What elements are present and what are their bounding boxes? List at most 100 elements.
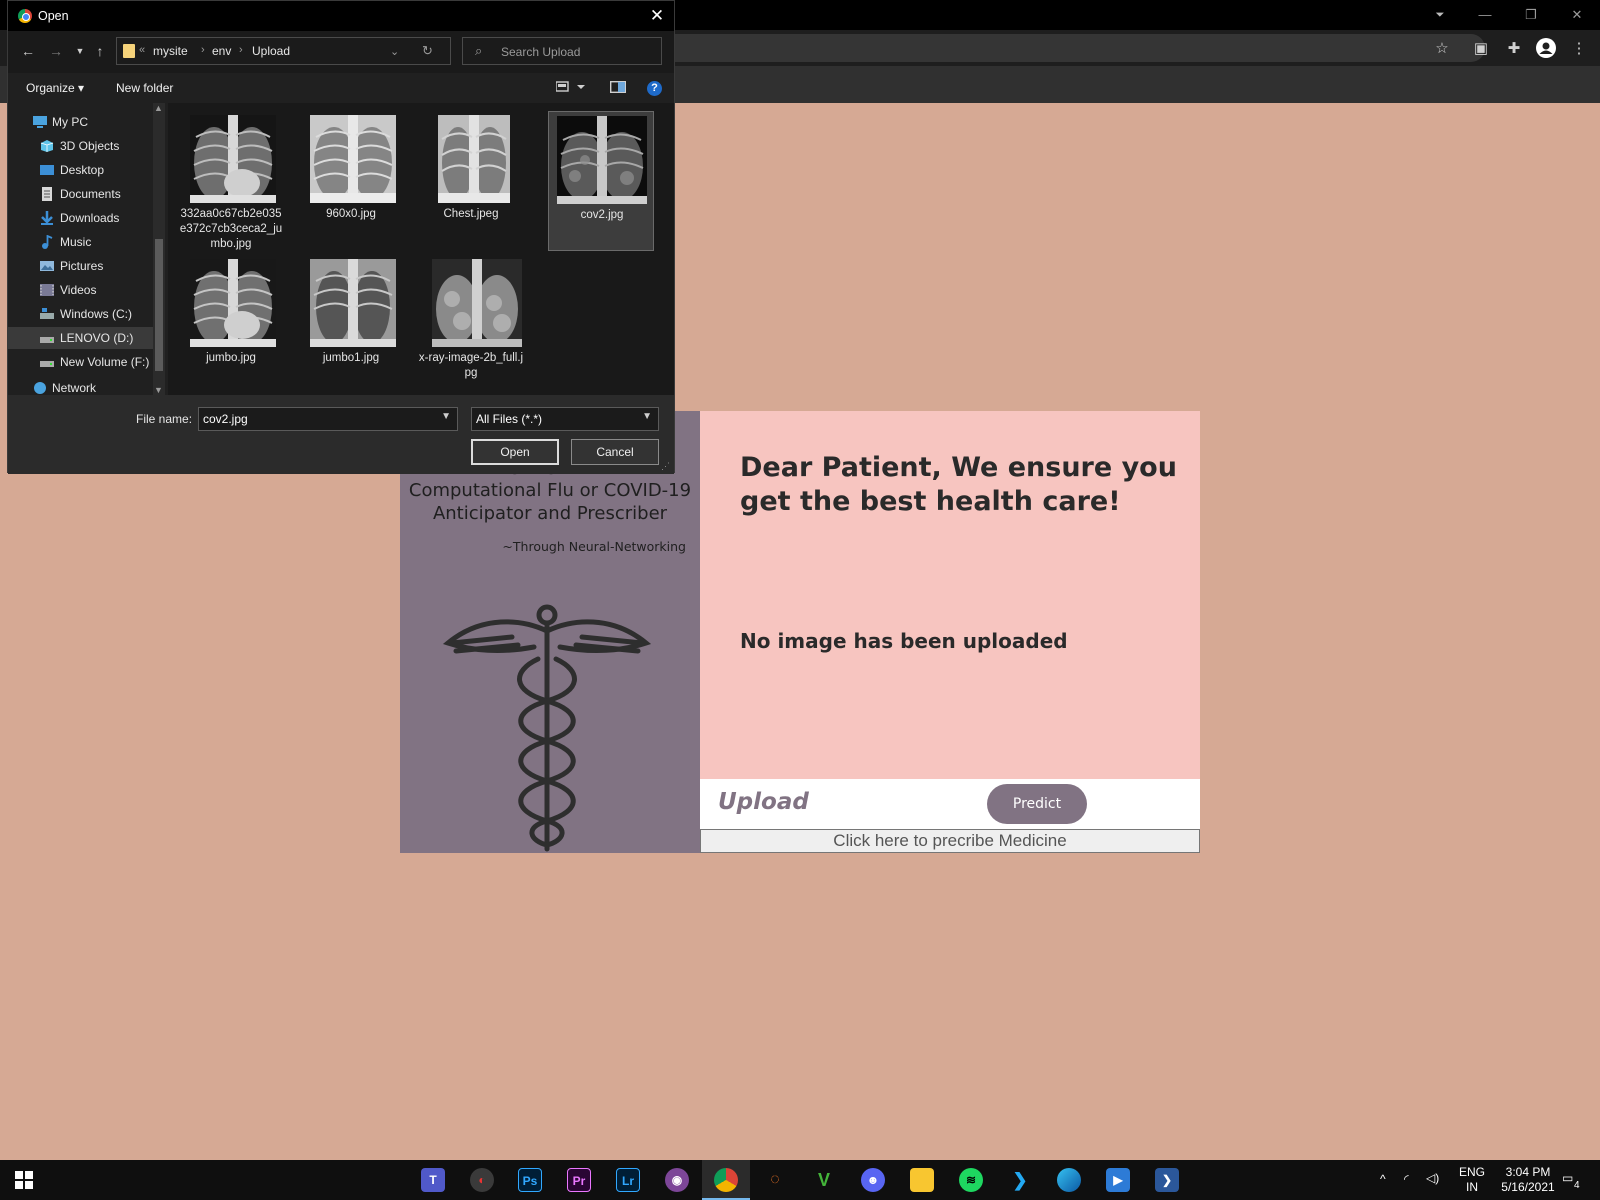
media-icon[interactable]: ▶ [1106, 1168, 1130, 1192]
help-icon[interactable]: ? [647, 81, 662, 96]
nav-item-videos[interactable]: Videos [8, 279, 153, 301]
file-name-input[interactable]: cov2.jpg ▼ [198, 407, 458, 431]
upload-bar: Upload Predict [700, 779, 1200, 829]
chevron-down-icon[interactable]: ▼ [441, 411, 451, 422]
back-arrow-icon[interactable]: ← [18, 41, 38, 61]
puzzle-icon[interactable]: ✚ [1503, 38, 1525, 60]
caduceus-icon [442, 604, 652, 852]
dialog-footer: File name: cov2.jpg ▼ All Files (*.*) ▼ … [8, 395, 674, 474]
file-name: jumbo.jpg [206, 352, 256, 364]
file-item-selected[interactable]: cov2.jpg [548, 111, 654, 251]
breadcrumb-item[interactable]: Upload [252, 44, 290, 58]
app-title-line2: Anticipator and Prescriber [432, 503, 668, 524]
tor-icon[interactable]: ◉ [665, 1168, 689, 1192]
jupyter-icon[interactable]: ◌ [763, 1168, 787, 1192]
window-close-icon[interactable]: ✕ [1566, 4, 1588, 26]
menu-icon[interactable]: ⋮ [1568, 38, 1590, 60]
file-item[interactable]: x-ray-image-2b_full.jpg [418, 255, 524, 395]
extension-icon[interactable]: ▣ [1470, 38, 1492, 60]
nav-item-pictures[interactable]: Pictures [8, 255, 153, 277]
wifi-icon[interactable]: ◜ [1404, 1172, 1409, 1187]
nav-item-label: Pictures [60, 259, 104, 273]
chevron-down-icon[interactable]: ▼ [642, 411, 652, 422]
new-folder-button[interactable]: New folder [116, 81, 173, 95]
breadcrumb-item[interactable]: env [212, 44, 231, 58]
discord-icon[interactable]: ☻ [861, 1168, 885, 1192]
edge-icon[interactable] [1057, 1168, 1081, 1192]
desktop-icon [40, 163, 54, 177]
scroll-up-icon[interactable]: ▲ [154, 103, 163, 113]
clock[interactable]: 3:04 PM 5/16/2021 [1495, 1165, 1561, 1195]
windows-start-icon[interactable] [15, 1171, 33, 1194]
search-input[interactable]: ⌕ Search Upload [462, 37, 662, 65]
premiere-icon[interactable]: Pr [567, 1168, 591, 1192]
teams-icon[interactable]: T [421, 1168, 445, 1192]
organize-menu[interactable]: Organize ▾ [26, 81, 84, 95]
xray-thumbnail [190, 115, 276, 203]
up-arrow-icon[interactable]: ↑ [90, 41, 110, 61]
nav-item-music[interactable]: Music [8, 231, 153, 253]
nav-item-desktop[interactable]: Desktop [8, 159, 153, 181]
language-indicator[interactable]: ENG IN [1455, 1165, 1489, 1195]
view-options-icon[interactable] [555, 80, 586, 97]
preview-pane-icon[interactable] [609, 80, 627, 97]
lightroom-icon[interactable]: Lr [616, 1168, 640, 1192]
predict-button[interactable]: Predict [987, 784, 1087, 824]
nav-item-lenovo-d[interactable]: LENOVO (D:) [8, 327, 153, 349]
show-hidden-icons[interactable]: ^ [1380, 1172, 1386, 1187]
file-item[interactable]: jumbo1.jpg [298, 255, 404, 395]
recent-locations-icon[interactable]: ▼ [70, 41, 90, 61]
resize-grip-icon[interactable]: ⋰ [661, 461, 670, 472]
notifications-icon[interactable]: ▭ [1562, 1171, 1573, 1186]
breadcrumb-overflow[interactable]: « [139, 44, 145, 56]
app-icon[interactable]: ◐ [470, 1168, 494, 1192]
close-icon[interactable]: ✕ [646, 5, 668, 27]
nav-item-3d-objects[interactable]: 3D Objects [8, 135, 153, 157]
breadcrumb[interactable]: « mysite › env › Upload ⌄ ↻ [116, 37, 451, 65]
open-button[interactable]: Open [471, 439, 559, 465]
nav-item-network[interactable]: Network [8, 377, 153, 395]
taskbar: T ◐ Ps Pr Lr ◉ ◌ V ☻ ≋ ❯ ▶ ❯ ^ ◜ ◁) ENG … [0, 1160, 1600, 1200]
vscode-icon[interactable]: ❯ [1008, 1168, 1032, 1192]
file-item[interactable]: 332aa0c67cb2e035e372c7cb3ceca2_jumbo.jpg [178, 111, 284, 251]
nav-item-my-pc[interactable]: My PC [8, 111, 153, 133]
star-icon[interactable]: ☆ [1431, 38, 1453, 60]
dialog-title-bar: Open ✕ [8, 1, 674, 31]
upload-button[interactable]: Upload [718, 789, 809, 815]
chevron-down-icon[interactable]: ⌄ [390, 45, 399, 58]
profile-dropdown-icon[interactable]: ⏷ [1429, 4, 1451, 26]
file-item[interactable]: Chest.jpeg [418, 111, 524, 251]
drive-icon [40, 355, 54, 369]
nav-item-label: Documents [60, 187, 121, 201]
clock-date: 5/16/2021 [1501, 1180, 1555, 1194]
nav-scrollbar-thumb[interactable] [155, 239, 163, 371]
volume-icon[interactable]: ◁) [1426, 1171, 1439, 1186]
restore-icon[interactable]: ❐ [1520, 4, 1542, 26]
profile-icon[interactable] [1535, 38, 1557, 60]
file-type-select[interactable]: All Files (*.*) ▼ [471, 407, 659, 431]
breadcrumb-separator: › [239, 44, 243, 56]
forward-arrow-icon[interactable]: → [46, 41, 66, 61]
cancel-button[interactable]: Cancel [571, 439, 659, 465]
file-explorer-icon[interactable] [910, 1168, 934, 1192]
refresh-icon[interactable]: ↻ [422, 43, 433, 59]
breadcrumb-separator: › [201, 44, 205, 56]
prescribe-medicine-button[interactable]: Click here to precribe Medicine [700, 829, 1200, 853]
navigation-pane: My PC 3D Objects Desktop Documents Downl… [8, 103, 163, 395]
chrome-icon[interactable] [714, 1168, 738, 1192]
vim-icon[interactable]: V [812, 1168, 836, 1192]
scroll-down-icon[interactable]: ▼ [154, 385, 163, 395]
xray-thumbnail [438, 115, 510, 203]
nav-item-new-volume-f[interactable]: New Volume (F:) [8, 351, 153, 373]
minimize-icon[interactable]: — [1474, 4, 1496, 26]
nav-item-windows-c[interactable]: Windows (C:) [8, 303, 153, 325]
address-bar[interactable] [640, 34, 1485, 62]
spotify-icon[interactable]: ≋ [959, 1168, 983, 1192]
file-item[interactable]: jumbo.jpg [178, 255, 284, 395]
file-item[interactable]: 960x0.jpg [298, 111, 404, 251]
nav-item-downloads[interactable]: Downloads [8, 207, 153, 229]
photoshop-icon[interactable]: Ps [518, 1168, 542, 1192]
breadcrumb-item[interactable]: mysite [153, 44, 188, 58]
powershell-icon[interactable]: ❯ [1155, 1168, 1179, 1192]
nav-item-documents[interactable]: Documents [8, 183, 153, 205]
